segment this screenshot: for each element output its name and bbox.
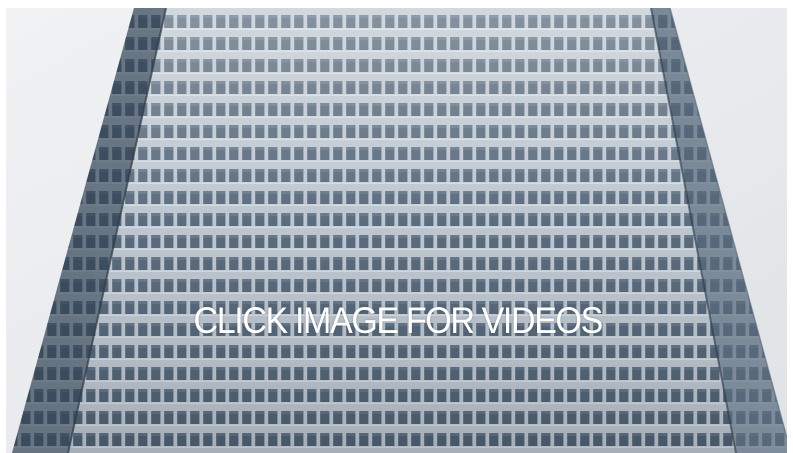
video-image-link[interactable]: CLICK IMAGE FOR VIDEOS [6,8,787,453]
promo-frame: CLICK IMAGE FOR VIDEOS [0,0,793,453]
building-photo[interactable] [6,8,787,453]
